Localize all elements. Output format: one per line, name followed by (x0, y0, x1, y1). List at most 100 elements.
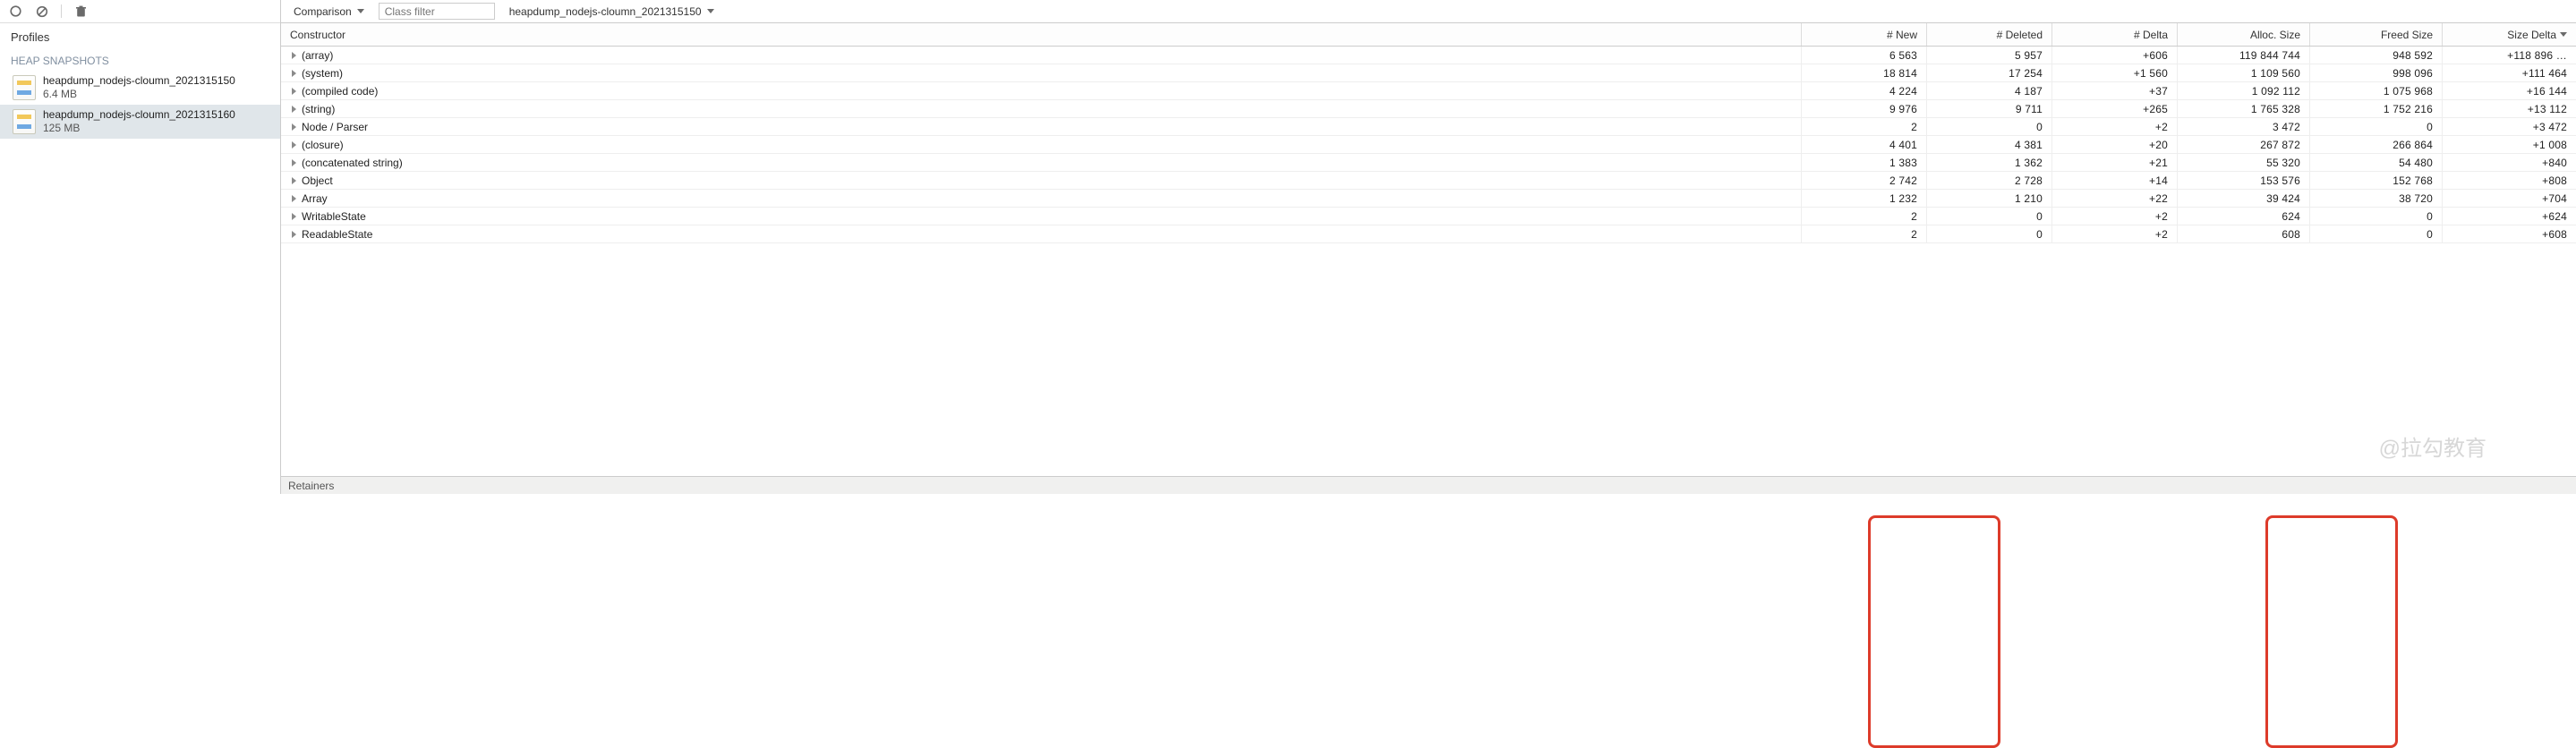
cell-constructor: (concatenated string) (281, 154, 1801, 171)
cell-size-delta: +1 008 (2442, 136, 2576, 153)
cell-delta: +22 (2051, 190, 2177, 207)
snapshot-name: heapdump_nodejs-cloumn_2021315150 (43, 74, 235, 88)
constructor-name: Object (302, 174, 333, 187)
table-row[interactable]: (concatenated string)1 3831 362+2155 320… (281, 154, 2576, 172)
view-mode-label: Comparison (294, 5, 352, 18)
cell-constructor: WritableState (281, 208, 1801, 225)
cell-alloc-size: 1 765 328 (2177, 100, 2309, 117)
comparison-table: Constructor # New # Deleted # Delta Allo… (281, 23, 2576, 476)
cell-delta: +2 (2051, 208, 2177, 225)
snapshot-item[interactable]: heapdump_nodejs-cloumn_2021315160125 MB (0, 105, 280, 139)
view-mode-dropdown[interactable]: Comparison (294, 5, 364, 18)
snapshot-list: heapdump_nodejs-cloumn_20213151506.4 MBh… (0, 71, 280, 139)
cell-deleted: 17 254 (1926, 64, 2051, 81)
expand-icon[interactable] (292, 159, 296, 166)
cell-size-delta: +840 (2442, 154, 2576, 171)
cell-delta: +2 (2051, 118, 2177, 135)
snapshot-icon (13, 109, 36, 134)
table-row[interactable]: (closure)4 4014 381+20267 872266 864+1 0… (281, 136, 2576, 154)
snapshot-item[interactable]: heapdump_nodejs-cloumn_20213151506.4 MB (0, 71, 280, 105)
cell-constructor: Object (281, 172, 1801, 189)
cell-size-delta: +808 (2442, 172, 2576, 189)
cell-delta: +21 (2051, 154, 2177, 171)
cell-alloc-size: 624 (2177, 208, 2309, 225)
cell-new: 18 814 (1801, 64, 1926, 81)
expand-icon[interactable] (292, 52, 296, 59)
cell-freed-size: 1 075 968 (2309, 82, 2442, 99)
col-size-delta[interactable]: Size Delta (2442, 23, 2576, 46)
expand-icon[interactable] (292, 177, 296, 184)
cell-new: 4 224 (1801, 82, 1926, 99)
cell-alloc-size: 3 472 (2177, 118, 2309, 135)
main-toolbar: Comparison heapdump_nodejs-cloumn_202131… (281, 0, 2576, 23)
constructor-name: (string) (302, 103, 335, 115)
cell-deleted: 0 (1926, 208, 2051, 225)
table-row[interactable]: (compiled code)4 2244 187+371 092 1121 0… (281, 82, 2576, 100)
cell-freed-size: 0 (2309, 118, 2442, 135)
col-new[interactable]: # New (1801, 23, 1926, 46)
constructor-name: (compiled code) (302, 85, 378, 98)
table-row[interactable]: (array)6 5635 957+606119 844 744948 592+… (281, 47, 2576, 64)
cell-size-delta: +3 472 (2442, 118, 2576, 135)
cell-freed-size: 152 768 (2309, 172, 2442, 189)
sidebar-toolbar (0, 0, 280, 23)
cell-freed-size: 38 720 (2309, 190, 2442, 207)
cell-deleted: 4 381 (1926, 136, 2051, 153)
expand-icon[interactable] (292, 213, 296, 220)
constructor-name: ReadableState (302, 228, 372, 241)
expand-icon[interactable] (292, 106, 296, 113)
cell-alloc-size: 39 424 (2177, 190, 2309, 207)
expand-icon[interactable] (292, 141, 296, 149)
trash-icon[interactable] (74, 4, 88, 18)
table-row[interactable]: Node / Parser20+23 4720+3 472 (281, 118, 2576, 136)
cell-constructor: (string) (281, 100, 1801, 117)
cell-constructor: (array) (281, 47, 1801, 64)
expand-icon[interactable] (292, 88, 296, 95)
cell-freed-size: 0 (2309, 208, 2442, 225)
expand-icon[interactable] (292, 195, 296, 202)
table-body: (array)6 5635 957+606119 844 744948 592+… (281, 47, 2576, 476)
table-row[interactable]: Array1 2321 210+2239 42438 720+704 (281, 190, 2576, 208)
col-alloc-size[interactable]: Alloc. Size (2177, 23, 2309, 46)
expand-icon[interactable] (292, 123, 296, 131)
class-filter-input[interactable] (379, 3, 495, 20)
constructor-name: (array) (302, 49, 333, 62)
snapshot-size: 125 MB (43, 122, 235, 135)
col-freed-size[interactable]: Freed Size (2309, 23, 2442, 46)
cell-new: 6 563 (1801, 47, 1926, 64)
cell-deleted: 0 (1926, 225, 2051, 242)
sidebar-heading: Profiles (0, 23, 280, 49)
cell-size-delta: +704 (2442, 190, 2576, 207)
constructor-name: Node / Parser (302, 121, 368, 133)
highlight-size-delta-column (2265, 515, 2398, 748)
retainers-bar[interactable]: Retainers (281, 476, 2576, 494)
baseline-snapshot-dropdown[interactable]: heapdump_nodejs-cloumn_2021315150 (509, 5, 714, 18)
cell-freed-size: 1 752 216 (2309, 100, 2442, 117)
cell-alloc-size: 1 109 560 (2177, 64, 2309, 81)
col-delta[interactable]: # Delta (2051, 23, 2177, 46)
table-row[interactable]: ReadableState20+26080+608 (281, 225, 2576, 243)
cell-deleted: 4 187 (1926, 82, 2051, 99)
cell-alloc-size: 608 (2177, 225, 2309, 242)
expand-icon[interactable] (292, 231, 296, 238)
table-row[interactable]: (string)9 9769 711+2651 765 3281 752 216… (281, 100, 2576, 118)
cell-new: 2 (1801, 225, 1926, 242)
record-icon[interactable] (9, 4, 22, 18)
cell-new: 2 (1801, 208, 1926, 225)
cell-new: 1 232 (1801, 190, 1926, 207)
constructor-name: (concatenated string) (302, 157, 403, 169)
cell-freed-size: 998 096 (2309, 64, 2442, 81)
snapshot-name: heapdump_nodejs-cloumn_2021315160 (43, 108, 235, 122)
cell-new: 2 742 (1801, 172, 1926, 189)
divider (61, 4, 62, 18)
expand-icon[interactable] (292, 70, 296, 77)
table-row[interactable]: (system)18 81417 254+1 5601 109 560998 0… (281, 64, 2576, 82)
col-deleted[interactable]: # Deleted (1926, 23, 2051, 46)
cell-constructor: Array (281, 190, 1801, 207)
cell-alloc-size: 55 320 (2177, 154, 2309, 171)
col-constructor[interactable]: Constructor (281, 23, 1801, 46)
table-row[interactable]: WritableState20+26240+624 (281, 208, 2576, 225)
clear-icon[interactable] (35, 4, 48, 18)
cell-delta: +265 (2051, 100, 2177, 117)
table-row[interactable]: Object2 7422 728+14153 576152 768+808 (281, 172, 2576, 190)
